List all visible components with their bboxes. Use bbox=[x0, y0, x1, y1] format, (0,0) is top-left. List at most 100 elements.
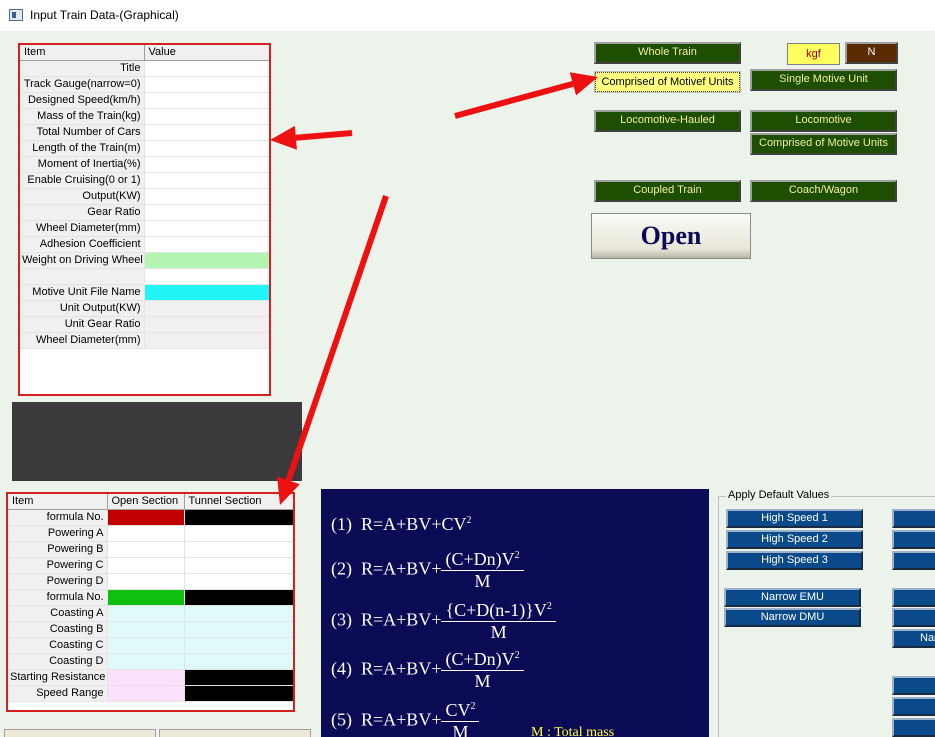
column-header-value[interactable]: Value bbox=[144, 45, 269, 61]
tunnel-section-cell[interactable] bbox=[183, 509, 293, 526]
coach-wagon-button[interactable]: Coach/Wagon bbox=[750, 180, 897, 202]
row-value-cell[interactable] bbox=[143, 108, 269, 125]
table-row[interactable]: Unit Output(KW) bbox=[20, 300, 269, 317]
table-row[interactable] bbox=[20, 268, 269, 285]
table-row[interactable]: Starting Resistance bbox=[8, 669, 293, 686]
table-row[interactable]: Weight on Driving Wheel bbox=[20, 252, 269, 269]
open-button[interactable]: Open bbox=[591, 213, 751, 259]
table-row[interactable]: Track Gauge(narrow=0) bbox=[20, 76, 269, 93]
table-row[interactable]: Coasting C bbox=[8, 637, 293, 654]
row-value-cell[interactable] bbox=[143, 236, 269, 253]
row-value-cell[interactable] bbox=[143, 220, 269, 237]
table-row[interactable]: Total Number of Cars bbox=[20, 124, 269, 141]
open-section-cell[interactable] bbox=[106, 669, 184, 686]
row-value-cell[interactable] bbox=[143, 156, 269, 173]
comprised-of-motive-units-button[interactable]: Comprised of Motivef Units bbox=[594, 71, 741, 93]
table-row[interactable]: Powering C bbox=[8, 557, 293, 574]
tunnel-section-cell[interactable] bbox=[183, 637, 293, 654]
tunnel-section-cell[interactable] bbox=[183, 541, 293, 558]
row-value-cell[interactable] bbox=[143, 252, 269, 269]
row-value-cell[interactable] bbox=[143, 140, 269, 157]
table-row[interactable]: Moment of Inertia(%) bbox=[20, 156, 269, 173]
table-row[interactable]: Coasting B bbox=[8, 621, 293, 638]
row-value-cell[interactable] bbox=[143, 316, 269, 333]
row-value-cell[interactable] bbox=[143, 92, 269, 109]
kgf-button[interactable]: kgf bbox=[787, 43, 840, 65]
open-section-cell[interactable] bbox=[106, 685, 184, 702]
train-data-grid[interactable]: Item Value Title Track Gauge(narrow=0) Des… bbox=[18, 43, 271, 396]
column-header-item[interactable]: Item bbox=[20, 45, 145, 61]
row-value-cell[interactable] bbox=[143, 76, 269, 93]
table-row[interactable]: Designed Speed(km/h) bbox=[20, 92, 269, 109]
right-default-button-2[interactable] bbox=[892, 530, 935, 549]
column-header-open-section[interactable]: Open Section bbox=[107, 494, 185, 510]
table-row[interactable]: Speed Range bbox=[8, 685, 293, 702]
open-section-cell[interactable] bbox=[106, 605, 184, 622]
column-header-tunnel-section[interactable]: Tunnel Section bbox=[184, 494, 293, 510]
row-value-cell[interactable] bbox=[143, 284, 269, 301]
row-value-cell[interactable] bbox=[143, 204, 269, 221]
high-speed-2-button[interactable]: High Speed 2 bbox=[726, 530, 863, 549]
open-section-cell[interactable] bbox=[106, 509, 184, 526]
table-row[interactable]: Enable Cruising(0 or 1) bbox=[20, 172, 269, 189]
column-header-item[interactable]: Item bbox=[8, 494, 108, 510]
open-section-cell[interactable] bbox=[106, 573, 184, 590]
right-default-button-5[interactable] bbox=[892, 608, 935, 627]
right-default-button-1[interactable] bbox=[892, 509, 935, 528]
n-button[interactable]: N bbox=[845, 42, 898, 64]
open-section-cell[interactable] bbox=[106, 653, 184, 670]
table-row[interactable]: formula No. bbox=[8, 589, 293, 606]
single-motive-unit-button[interactable]: Single Motive Unit bbox=[750, 69, 897, 91]
right-default-button-3[interactable] bbox=[892, 551, 935, 570]
whole-train-button[interactable]: Whole Train bbox=[594, 42, 741, 64]
tunnel-section-cell[interactable] bbox=[183, 525, 293, 542]
table-row[interactable]: Wheel Diameter(mm) bbox=[20, 332, 269, 349]
row-value-cell[interactable] bbox=[143, 188, 269, 205]
table-row[interactable]: Gear Ratio bbox=[20, 204, 269, 221]
table-row[interactable]: Length of the Train(m) bbox=[20, 140, 269, 157]
locomotive-button[interactable]: Locomotive bbox=[750, 110, 897, 132]
narrow-dmu-button[interactable]: Narrow DMU bbox=[724, 608, 861, 627]
coupled-train-button[interactable]: Coupled Train bbox=[594, 180, 741, 202]
table-row[interactable]: Powering D bbox=[8, 573, 293, 590]
table-row[interactable]: Unit Gear Ratio bbox=[20, 316, 269, 333]
table-row[interactable]: Mass of the Train(kg) bbox=[20, 108, 269, 125]
open-section-cell[interactable] bbox=[106, 621, 184, 638]
right-default-button-9[interactable] bbox=[892, 718, 935, 737]
table-row[interactable]: Powering B bbox=[8, 541, 293, 558]
table-row[interactable]: Title bbox=[20, 60, 269, 77]
high-speed-3-button[interactable]: High Speed 3 bbox=[726, 551, 863, 570]
open-section-cell[interactable] bbox=[106, 637, 184, 654]
tunnel-section-cell[interactable] bbox=[183, 557, 293, 574]
row-value-cell[interactable] bbox=[143, 300, 269, 317]
resistance-grid[interactable]: Item Open Section Tunnel Section formula… bbox=[6, 492, 295, 712]
tunnel-section-cell[interactable] bbox=[183, 685, 293, 702]
table-row[interactable]: Coasting A bbox=[8, 605, 293, 622]
right-default-button-narrow[interactable]: Nar bbox=[892, 629, 935, 648]
table-row[interactable]: Adhesion Coefficient bbox=[20, 236, 269, 253]
open-section-cell[interactable] bbox=[106, 557, 184, 574]
tunnel-section-cell[interactable] bbox=[183, 653, 293, 670]
narrow-emu-button[interactable]: Narrow EMU bbox=[724, 588, 861, 607]
bottom-button-1[interactable] bbox=[4, 729, 156, 737]
tunnel-section-cell[interactable] bbox=[183, 621, 293, 638]
row-value-cell[interactable] bbox=[143, 332, 269, 349]
locomotive-hauled-button[interactable]: Locomotive-Hauled bbox=[594, 110, 741, 132]
tunnel-section-cell[interactable] bbox=[183, 605, 293, 622]
row-value-cell[interactable] bbox=[143, 268, 269, 285]
row-value-cell[interactable] bbox=[143, 60, 269, 77]
tunnel-section-cell[interactable] bbox=[183, 573, 293, 590]
open-section-cell[interactable] bbox=[106, 525, 184, 542]
table-row[interactable]: Wheel Diameter(mm) bbox=[20, 220, 269, 237]
table-row[interactable]: formula No. bbox=[8, 509, 293, 526]
comprised-of-motive-units-sub-button[interactable]: Comprised of Motive Units bbox=[750, 133, 897, 155]
row-value-cell[interactable] bbox=[143, 172, 269, 189]
open-section-cell[interactable] bbox=[106, 589, 184, 606]
row-value-cell[interactable] bbox=[143, 124, 269, 141]
right-default-button-4[interactable] bbox=[892, 588, 935, 607]
right-default-button-7[interactable] bbox=[892, 676, 935, 695]
open-section-cell[interactable] bbox=[106, 541, 184, 558]
table-row[interactable]: Motive Unit File Name bbox=[20, 284, 269, 301]
table-row[interactable]: Powering A bbox=[8, 525, 293, 542]
table-row[interactable]: Coasting D bbox=[8, 653, 293, 670]
